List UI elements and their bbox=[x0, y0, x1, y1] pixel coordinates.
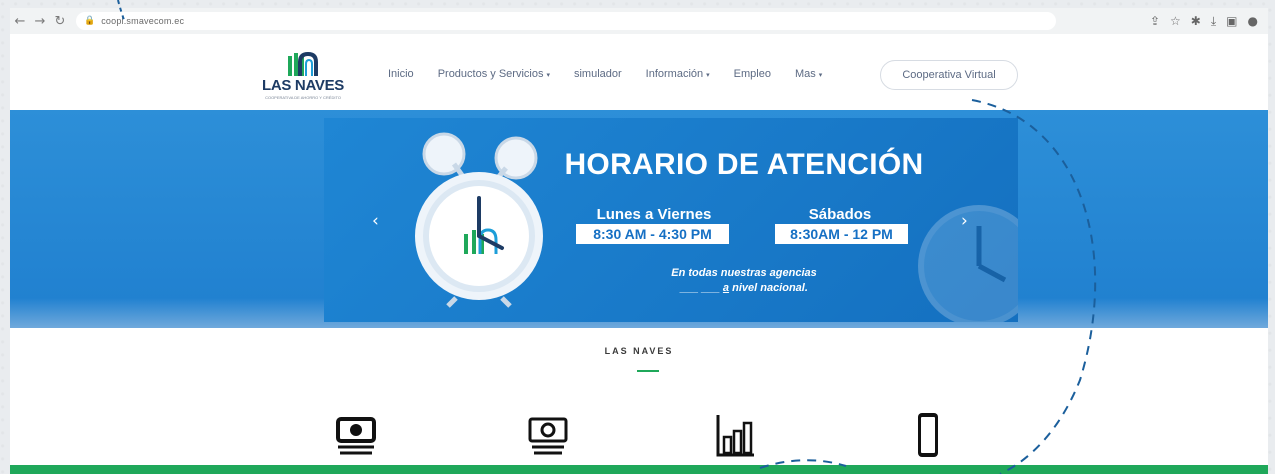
site-header: LAS NAVES COOPERATIVA DE AHORRO Y CRÉDIT… bbox=[10, 34, 1268, 110]
bar-chart-icon[interactable] bbox=[714, 411, 758, 459]
logo-tagline: COOPERATIVA DE AHORRO Y CRÉDITO bbox=[265, 95, 341, 100]
saturday-label: Sábados bbox=[808, 206, 872, 223]
carousel-next-icon[interactable]: › bbox=[961, 211, 968, 231]
hero-carousel: ‹ › HORARIO DE ATENCIÓN Lunes a Viernes … bbox=[10, 110, 1268, 328]
saturday-hours: 8:30AM - 12 PM bbox=[775, 224, 908, 244]
chevron-down-icon: ▾ bbox=[546, 72, 550, 79]
carousel-prev-icon[interactable]: ‹ bbox=[372, 211, 379, 231]
nav-item-productos[interactable]: Productos y Servicios ▾ bbox=[438, 68, 550, 80]
chevron-down-icon: ▾ bbox=[706, 72, 710, 79]
star-icon[interactable]: ☆ bbox=[1170, 14, 1181, 29]
address-bar[interactable]: 🔒 coopl.smavecom.ec bbox=[76, 12, 1056, 30]
cash-icon[interactable] bbox=[526, 411, 570, 459]
chevron-down-icon: ▾ bbox=[818, 72, 823, 79]
schedule-banner: ‹ › HORARIO DE ATENCIÓN Lunes a Viernes … bbox=[324, 118, 1018, 322]
note-line-1: En todas nuestras agencias bbox=[671, 267, 817, 279]
nav-item-inicio[interactable]: Inicio bbox=[388, 68, 414, 80]
url-text: coopl.smavecom.ec bbox=[101, 16, 185, 26]
share-icon[interactable]: ⇪ bbox=[1150, 14, 1160, 29]
reload-icon[interactable]: ↻ bbox=[50, 11, 70, 31]
banner-title: HORARIO DE ATENCIÓN bbox=[564, 148, 924, 181]
browser-window: ← → ↻ 🔒 coopl.smavecom.ec ⇪ ☆ ✱ ⤓ ▣ ● LA… bbox=[10, 8, 1268, 474]
section-title: LAS NAVES bbox=[604, 346, 674, 356]
footer-green-bar bbox=[10, 465, 1268, 474]
puzzle-icon[interactable]: ✱ bbox=[1191, 14, 1201, 29]
lock-icon: 🔒 bbox=[84, 16, 96, 26]
note-line-2: ___ ___ a nivel nacional. bbox=[680, 282, 808, 294]
logo-name: LAS NAVES bbox=[261, 77, 345, 94]
sidebar-icon[interactable]: ▣ bbox=[1226, 14, 1237, 29]
weekday-hours: 8:30 AM - 4:30 PM bbox=[576, 224, 729, 244]
profile-icon[interactable]: ● bbox=[1248, 14, 1258, 29]
logo-mark-icon bbox=[288, 51, 318, 76]
main-nav: Inicio Productos y Servicios ▾ simulador … bbox=[388, 68, 846, 80]
nav-item-simulador[interactable]: simulador bbox=[574, 68, 622, 80]
cooperativa-virtual-button[interactable]: Cooperativa Virtual bbox=[880, 60, 1018, 90]
nav-item-mas[interactable]: Mas ▾ bbox=[795, 68, 822, 80]
browser-actions: ⇪ ☆ ✱ ⤓ ▣ ● bbox=[1150, 14, 1268, 29]
money-stack-icon[interactable] bbox=[334, 411, 378, 459]
weekday-label: Lunes a Viernes bbox=[596, 206, 712, 223]
logo[interactable]: LAS NAVES COOPERATIVA DE AHORRO Y CRÉDIT… bbox=[258, 50, 348, 102]
smartphone-icon[interactable] bbox=[906, 411, 950, 459]
nav-item-empleo[interactable]: Empleo bbox=[734, 68, 771, 80]
nav-item-informacion[interactable]: Información ▾ bbox=[646, 68, 710, 80]
banner-note: En todas nuestras agencias ___ ___ a niv… bbox=[624, 266, 864, 296]
forward-icon[interactable]: → bbox=[30, 11, 50, 31]
section-divider bbox=[637, 370, 659, 372]
back-icon[interactable]: ← bbox=[10, 11, 30, 31]
alarm-clock-icon bbox=[415, 132, 543, 308]
download-icon[interactable]: ⤓ bbox=[1211, 14, 1216, 29]
browser-toolbar: ← → ↻ 🔒 coopl.smavecom.ec ⇪ ☆ ✱ ⤓ ▣ ● bbox=[10, 8, 1268, 34]
